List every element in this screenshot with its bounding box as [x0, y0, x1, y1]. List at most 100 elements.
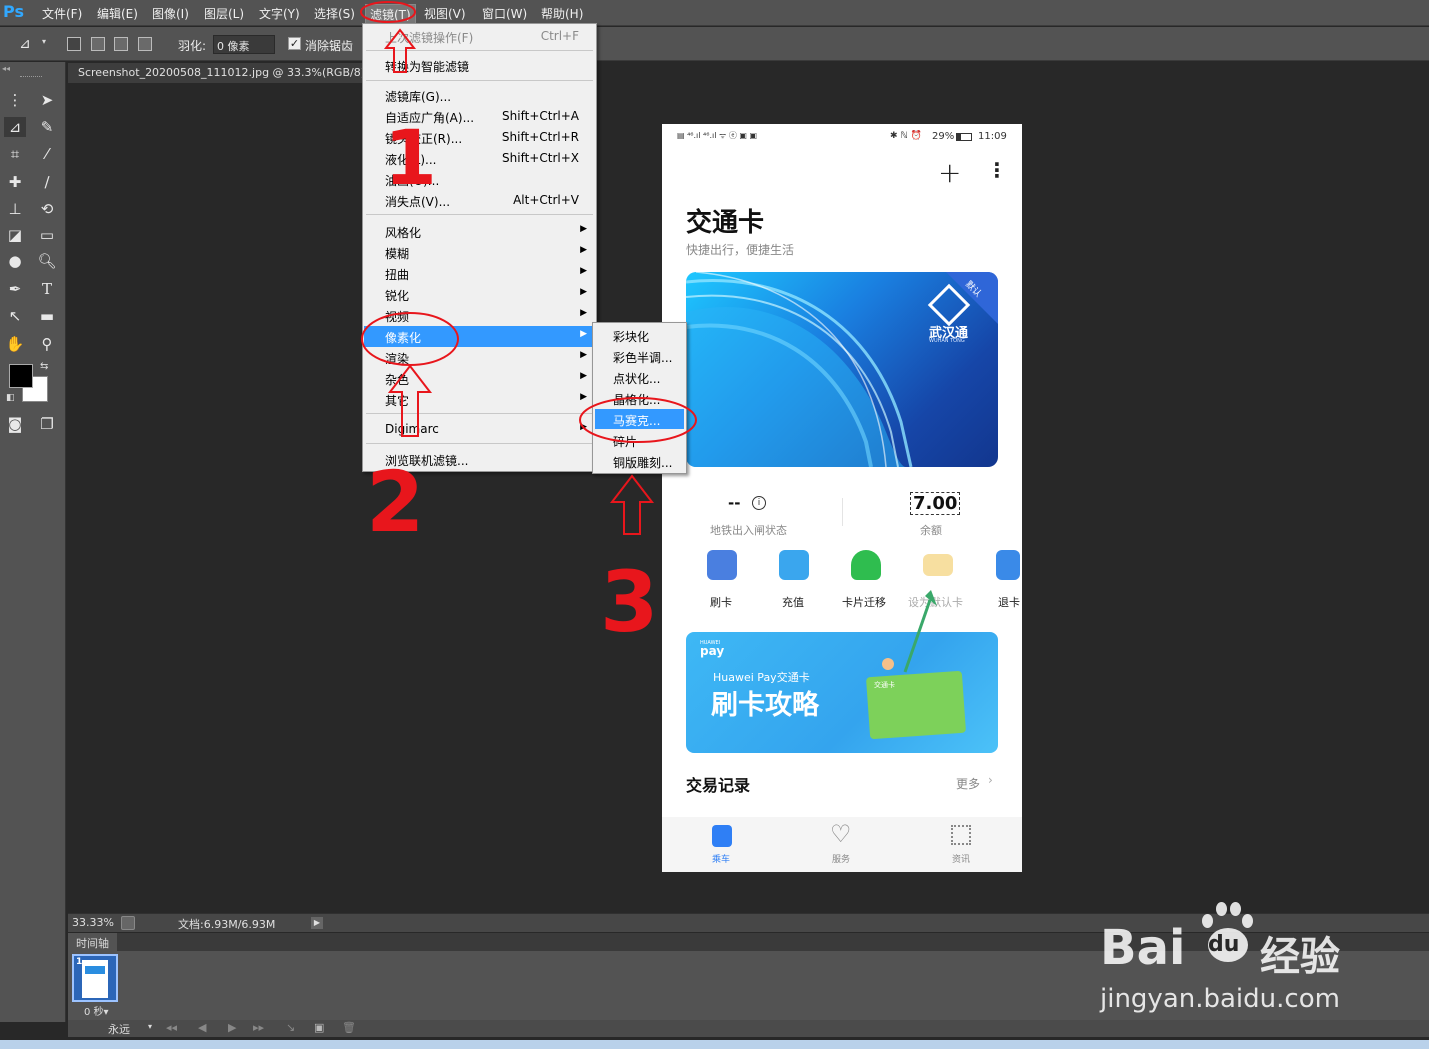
menu-distort[interactable]: 扭曲 ▶ [364, 263, 595, 284]
next-frame-icon[interactable]: ▸▸ [253, 1021, 264, 1034]
default-colors-icon[interactable]: ◧ [6, 393, 15, 403]
loop-dropdown-icon[interactable]: ▾ [148, 1022, 152, 1031]
polygon-lasso-icon[interactable]: ⊿ [14, 34, 36, 54]
menu-convert-smart-filter[interactable]: 转换为智能滤镜 [364, 55, 595, 76]
add-card-icon[interactable]: + [938, 156, 961, 189]
nav-ride[interactable]: 乘车 [712, 852, 730, 865]
menu-stylize[interactable]: 风格化 ▶ [364, 221, 595, 242]
tween-icon[interactable]: ↘ [286, 1021, 295, 1034]
more-options-icon[interactable]: ⋮ [987, 158, 1007, 182]
action-top-up[interactable]: 充值 [782, 594, 804, 610]
submenu-mosaic[interactable]: 马赛克... [595, 409, 684, 429]
menu-video[interactable]: 视频 ▶ [364, 305, 595, 326]
add-selection-icon[interactable] [91, 37, 105, 51]
swap-colors-icon[interactable]: ⇆ [40, 361, 48, 372]
card-migrate-icon[interactable] [851, 550, 881, 580]
status-info-icon[interactable] [121, 916, 135, 930]
timeline-frame[interactable]: 1 [72, 954, 118, 1002]
menu-other[interactable]: 其它 ▶ [364, 389, 595, 410]
gradient-tool-icon[interactable]: ▭ [36, 225, 58, 245]
records-more-link[interactable]: 更多 [956, 775, 980, 792]
menu-blur[interactable]: 模糊 ▶ [364, 242, 595, 263]
swipe-card-icon[interactable] [707, 550, 737, 580]
brush-tool-icon[interactable]: ∕ [36, 172, 58, 192]
menu-sharpen[interactable]: 锐化 ▶ [364, 284, 595, 305]
action-swipe[interactable]: 刷卡 [710, 594, 732, 610]
antialias-checkbox[interactable]: ✓ [288, 37, 301, 50]
tool-preset-dropdown-icon[interactable]: ▾ [42, 37, 46, 46]
first-frame-icon[interactable]: ◂◂ [166, 1021, 177, 1034]
bus-icon[interactable] [712, 825, 732, 847]
foreground-color-swatch[interactable] [9, 364, 33, 388]
nav-service[interactable]: 服务 [832, 852, 850, 865]
menu-digimarc[interactable]: Digimarc ▶ [364, 419, 595, 440]
menu-window[interactable]: 窗口(W) [482, 5, 527, 22]
transit-card[interactable]: 默认 武汉通 WUHAN TONG [686, 272, 998, 467]
dodge-tool-icon[interactable]: 🔍︎ [36, 251, 58, 271]
submenu-color-halftone[interactable]: 彩色半调... [595, 346, 684, 366]
action-refund[interactable]: 退卡 [998, 594, 1020, 610]
menu-type[interactable]: 文字(Y) [259, 5, 300, 22]
collapse-icon[interactable]: ◂◂ [2, 64, 10, 73]
guide-banner[interactable]: HUAWEI pay Huawei Pay交通卡 刷卡攻略 交通卡 [686, 632, 998, 753]
menu-filter[interactable]: 滤镜(T) [365, 4, 416, 25]
submenu-pointillize[interactable]: 点状化... [595, 367, 684, 387]
history-brush-icon[interactable]: ⟲ [36, 199, 58, 219]
shape-tool-icon[interactable]: ▬ [36, 306, 58, 326]
document-tab[interactable]: Screenshot_20200508_111012.jpg @ 33.3%(R… [68, 63, 362, 83]
refund-card-icon[interactable] [996, 550, 1020, 580]
submenu-fragment[interactable]: 碎片 [595, 430, 684, 450]
menu-last-filter[interactable]: 上次滤镜操作(F) Ctrl+F [364, 26, 595, 47]
quick-mask-icon[interactable]: ◙ [4, 414, 26, 434]
eraser-tool-icon[interactable]: ◪ [4, 225, 26, 245]
move-tool-icon[interactable]: ➤ [36, 90, 58, 110]
quick-select-tool-icon[interactable]: ✎ [36, 117, 58, 137]
timeline-tab[interactable]: 时间轴 [68, 933, 117, 951]
prev-frame-icon[interactable]: ◀ [198, 1021, 206, 1034]
duplicate-frame-icon[interactable]: ▣ [314, 1021, 324, 1034]
submenu-mezzotint[interactable]: 铜版雕刻... [595, 451, 684, 471]
clone-stamp-icon[interactable]: ⊥ [4, 199, 26, 219]
play-icon[interactable]: ▶ [228, 1021, 236, 1034]
top-up-icon[interactable] [779, 550, 809, 580]
menu-filter-gallery[interactable]: 滤镜库(G)... [364, 85, 595, 106]
nav-news[interactable]: 资讯 [952, 852, 970, 865]
submenu-crystallize[interactable]: 晶格化... [595, 388, 684, 408]
menu-edit[interactable]: 编辑(E) [97, 5, 138, 22]
menu-layer[interactable]: 图层(L) [204, 5, 244, 22]
menu-pixelate[interactable]: 像素化 ▶ [364, 326, 595, 347]
new-selection-icon[interactable] [67, 37, 81, 51]
submenu-color-halftone-crystallize[interactable]: 彩块化 [595, 325, 684, 345]
marquee-tool-icon[interactable]: ⋮ [4, 90, 26, 110]
pen-tool-icon[interactable]: ✒ [4, 279, 26, 299]
crop-tool-icon[interactable]: ⌗ [4, 144, 26, 164]
info-icon[interactable]: i [752, 496, 766, 510]
grid-icon[interactable] [951, 825, 971, 845]
zoom-level[interactable]: 33.33% [72, 916, 114, 929]
panel-grip[interactable] [20, 76, 42, 78]
intersect-selection-icon[interactable] [138, 37, 152, 51]
menu-image[interactable]: 图像(I) [152, 5, 189, 22]
eyedropper-tool-icon[interactable]: ⁄ [36, 144, 58, 164]
frame-delay[interactable]: 0 秒▾ [84, 1003, 109, 1018]
chevron-right-icon[interactable]: › [988, 773, 993, 787]
heart-icon[interactable]: ♡ [830, 820, 852, 848]
healing-brush-icon[interactable]: ✚ [4, 172, 26, 192]
menu-view[interactable]: 视图(V) [424, 5, 466, 22]
screen-mode-icon[interactable]: ❐ [36, 414, 58, 434]
blur-tool-icon[interactable]: ● [4, 251, 26, 271]
zoom-tool-icon[interactable]: ⚲ [36, 334, 58, 354]
lasso-tool-icon[interactable]: ⊿ [4, 117, 26, 137]
status-menu-arrow-icon[interactable]: ▶ [311, 917, 323, 929]
menu-noise[interactable]: 杂色 ▶ [364, 368, 595, 389]
menu-help[interactable]: 帮助(H) [541, 5, 583, 22]
action-migrate[interactable]: 卡片迁移 [842, 594, 886, 610]
delete-frame-icon[interactable]: 🗑︎ [342, 1021, 356, 1034]
set-default-icon[interactable] [923, 554, 953, 576]
type-tool-icon[interactable]: T [36, 279, 58, 299]
hand-tool-icon[interactable]: ✋ [4, 334, 26, 354]
subtract-selection-icon[interactable] [114, 37, 128, 51]
path-select-icon[interactable]: ↖ [4, 306, 26, 326]
menu-file[interactable]: 文件(F) [42, 5, 82, 22]
feather-input[interactable]: 0 像素 [213, 35, 275, 54]
